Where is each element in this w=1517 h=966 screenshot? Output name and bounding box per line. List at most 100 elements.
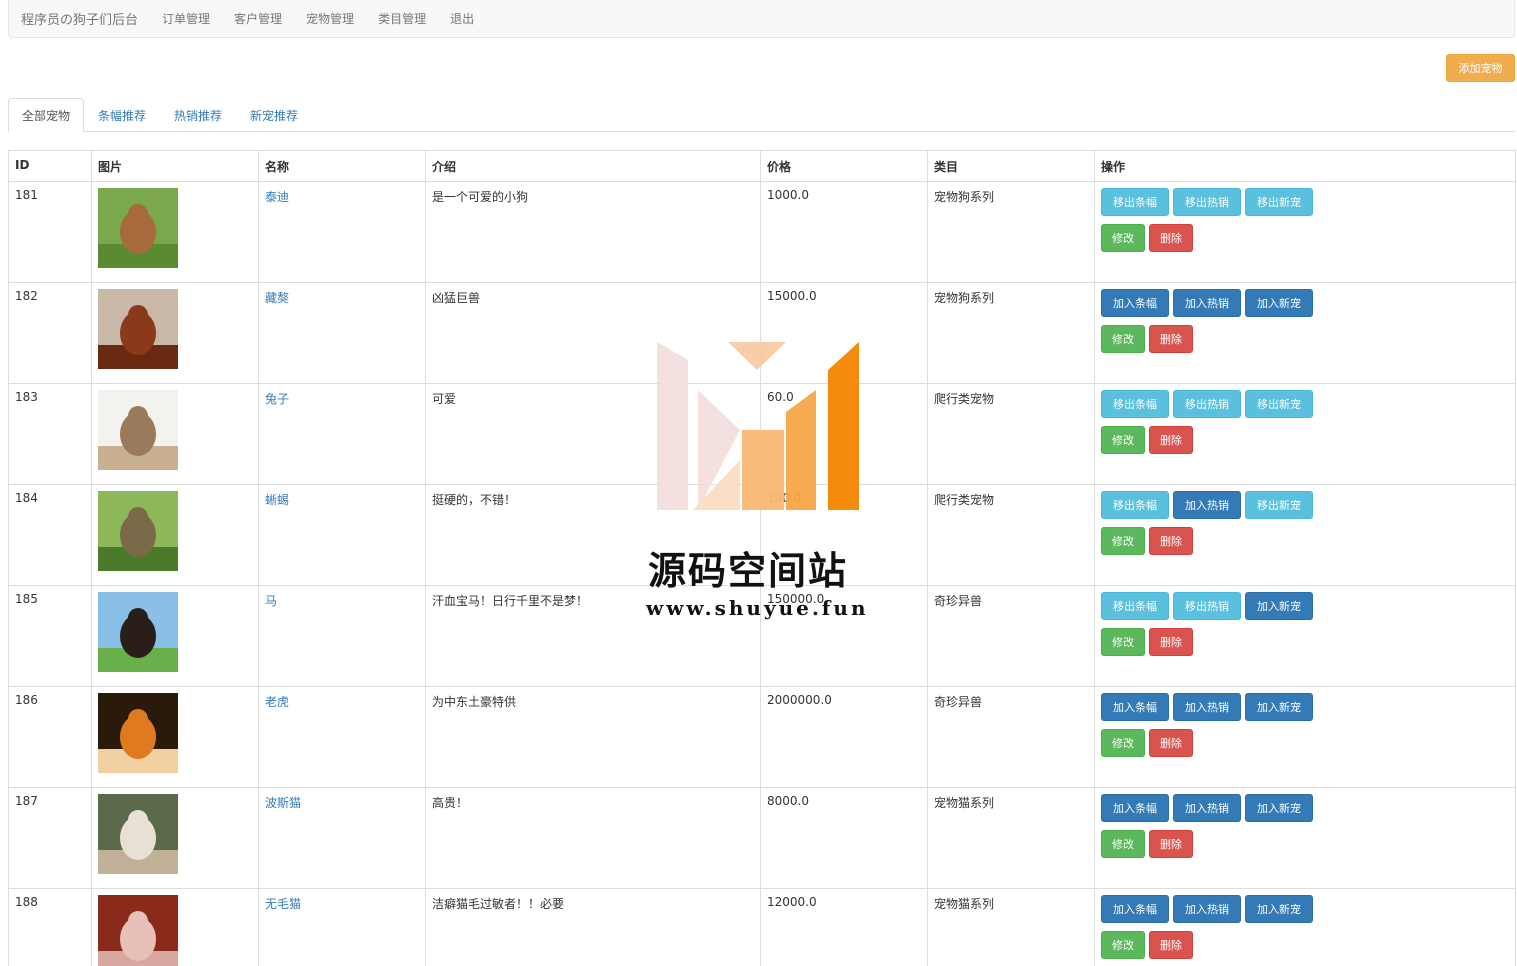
cell-actions: 加入条幅 加入热销 加入新宠 修改 删除 bbox=[1094, 787, 1516, 889]
toggle-new-button[interactable]: 加入新宠 bbox=[1245, 895, 1313, 923]
cell-price: 150000.0 bbox=[760, 585, 928, 687]
table-row: 182 藏獒 凶猛巨兽 15000.0 宠物狗系列 加入条幅 加入热销 加入新宠… bbox=[8, 282, 1516, 384]
table-row: 184 蜥蜴 挺硬的，不错！ 100.0 爬行类宠物 移出条幅 加入热销 移出新… bbox=[8, 484, 1516, 586]
toggle-hot-button[interactable]: 移出热销 bbox=[1173, 188, 1241, 216]
table-row: 185 马 汗血宝马！日行千里不是梦！ 150000.0 奇珍异兽 移出条幅 移… bbox=[8, 585, 1516, 687]
toggle-new-button[interactable]: 加入新宠 bbox=[1245, 794, 1313, 822]
toggle-hot-button[interactable]: 加入热销 bbox=[1173, 491, 1241, 519]
toggle-banner-button[interactable]: 移出条幅 bbox=[1101, 390, 1169, 418]
pet-tabs: 全部宠物 条幅推荐 热销推荐 新宠推荐 bbox=[8, 98, 1515, 133]
nav-logout[interactable]: 退出 bbox=[450, 10, 474, 27]
toggle-banner-button[interactable]: 加入条幅 bbox=[1101, 693, 1169, 721]
toggle-banner-button[interactable]: 加入条幅 bbox=[1101, 794, 1169, 822]
pet-image bbox=[98, 390, 178, 470]
cell-image bbox=[91, 383, 259, 485]
toggle-banner-button[interactable]: 加入条幅 bbox=[1101, 289, 1169, 317]
nav-pets[interactable]: 宠物管理 bbox=[306, 10, 354, 27]
table-row: 188 无毛猫 洁癖猫毛过敏者！！必要 12000.0 宠物猫系列 加入条幅 加… bbox=[8, 888, 1516, 966]
cell-category: 宠物狗系列 bbox=[927, 282, 1095, 384]
nav-customers[interactable]: 客户管理 bbox=[234, 10, 282, 27]
cell-category: 宠物猫系列 bbox=[927, 888, 1095, 966]
toggle-banner-button[interactable]: 加入条幅 bbox=[1101, 895, 1169, 923]
delete-button[interactable]: 删除 bbox=[1149, 830, 1193, 858]
toggle-banner-button[interactable]: 移出条幅 bbox=[1101, 188, 1169, 216]
cell-image bbox=[91, 585, 259, 687]
pet-table: ID 图片 名称 介绍 价格 类目 操作 181 泰迪 是一个可爱的小狗 100… bbox=[8, 150, 1516, 966]
cell-image bbox=[91, 888, 259, 966]
delete-button[interactable]: 删除 bbox=[1149, 931, 1193, 959]
cell-actions: 移出条幅 移出热销 加入新宠 修改 删除 bbox=[1094, 585, 1516, 687]
toggle-banner-button[interactable]: 移出条幅 bbox=[1101, 491, 1169, 519]
edit-button[interactable]: 修改 bbox=[1101, 527, 1145, 555]
delete-button[interactable]: 删除 bbox=[1149, 325, 1193, 353]
toggle-new-button[interactable]: 加入新宠 bbox=[1245, 592, 1313, 620]
cell-price: 12000.0 bbox=[760, 888, 928, 966]
pet-image bbox=[98, 794, 178, 874]
cell-id: 185 bbox=[8, 585, 92, 687]
header-category: 类目 bbox=[927, 150, 1095, 182]
cell-name[interactable]: 泰迪 bbox=[258, 181, 426, 283]
cell-id: 182 bbox=[8, 282, 92, 384]
cell-id: 186 bbox=[8, 686, 92, 788]
delete-button[interactable]: 删除 bbox=[1149, 628, 1193, 656]
tab-banner[interactable]: 条幅推荐 bbox=[84, 98, 160, 132]
toggle-new-button[interactable]: 移出新宠 bbox=[1245, 491, 1313, 519]
cell-category: 爬行类宠物 bbox=[927, 383, 1095, 485]
tab-hot[interactable]: 热销推荐 bbox=[160, 98, 236, 132]
cell-category: 宠物猫系列 bbox=[927, 787, 1095, 889]
cell-name[interactable]: 无毛猫 bbox=[258, 888, 426, 966]
header-image: 图片 bbox=[91, 150, 259, 182]
table-row: 187 波斯猫 高贵！ 8000.0 宠物猫系列 加入条幅 加入热销 加入新宠 … bbox=[8, 787, 1516, 889]
toggle-banner-button[interactable]: 移出条幅 bbox=[1101, 592, 1169, 620]
tab-new[interactable]: 新宠推荐 bbox=[236, 98, 312, 132]
cell-name[interactable]: 藏獒 bbox=[258, 282, 426, 384]
header-actions: 操作 bbox=[1094, 150, 1516, 182]
edit-button[interactable]: 修改 bbox=[1101, 628, 1145, 656]
table-row: 183 兔子 可爱 60.0 爬行类宠物 移出条幅 移出热销 移出新宠 修改 删… bbox=[8, 383, 1516, 485]
add-pet-button[interactable]: 添加宠物 bbox=[1446, 54, 1515, 82]
cell-actions: 加入条幅 加入热销 加入新宠 修改 删除 bbox=[1094, 888, 1516, 966]
table-row: 186 老虎 为中东土豪特供 2000000.0 奇珍异兽 加入条幅 加入热销 … bbox=[8, 686, 1516, 788]
cell-price: 15000.0 bbox=[760, 282, 928, 384]
cell-category: 奇珍异兽 bbox=[927, 585, 1095, 687]
toggle-hot-button[interactable]: 加入热销 bbox=[1173, 693, 1241, 721]
nav-categories[interactable]: 类目管理 bbox=[378, 10, 426, 27]
cell-id: 188 bbox=[8, 888, 92, 966]
toggle-hot-button[interactable]: 加入热销 bbox=[1173, 794, 1241, 822]
nav-orders[interactable]: 订单管理 bbox=[162, 10, 210, 27]
cell-name[interactable]: 波斯猫 bbox=[258, 787, 426, 889]
cell-id: 183 bbox=[8, 383, 92, 485]
table-row: 181 泰迪 是一个可爱的小狗 1000.0 宠物狗系列 移出条幅 移出热销 移… bbox=[8, 181, 1516, 283]
delete-button[interactable]: 删除 bbox=[1149, 729, 1193, 757]
toggle-hot-button[interactable]: 加入热销 bbox=[1173, 289, 1241, 317]
delete-button[interactable]: 删除 bbox=[1149, 224, 1193, 252]
toggle-hot-button[interactable]: 移出热销 bbox=[1173, 592, 1241, 620]
pet-image bbox=[98, 289, 178, 369]
toggle-new-button[interactable]: 移出新宠 bbox=[1245, 188, 1313, 216]
edit-button[interactable]: 修改 bbox=[1101, 830, 1145, 858]
edit-button[interactable]: 修改 bbox=[1101, 325, 1145, 353]
cell-image bbox=[91, 484, 259, 586]
edit-button[interactable]: 修改 bbox=[1101, 931, 1145, 959]
cell-name[interactable]: 马 bbox=[258, 585, 426, 687]
edit-button[interactable]: 修改 bbox=[1101, 224, 1145, 252]
toggle-hot-button[interactable]: 移出热销 bbox=[1173, 390, 1241, 418]
delete-button[interactable]: 删除 bbox=[1149, 527, 1193, 555]
pet-image bbox=[98, 895, 178, 966]
cell-name[interactable]: 蜥蜴 bbox=[258, 484, 426, 586]
cell-name[interactable]: 老虎 bbox=[258, 686, 426, 788]
cell-name[interactable]: 兔子 bbox=[258, 383, 426, 485]
brand-title[interactable]: 程序员の狗子们后台 bbox=[21, 9, 138, 28]
cell-id: 181 bbox=[8, 181, 92, 283]
delete-button[interactable]: 删除 bbox=[1149, 426, 1193, 454]
header-price: 价格 bbox=[760, 150, 928, 182]
toggle-new-button[interactable]: 移出新宠 bbox=[1245, 390, 1313, 418]
toggle-new-button[interactable]: 加入新宠 bbox=[1245, 289, 1313, 317]
toggle-new-button[interactable]: 加入新宠 bbox=[1245, 693, 1313, 721]
cell-intro: 洁癖猫毛过敏者！！必要 bbox=[425, 888, 761, 966]
header-intro: 介绍 bbox=[425, 150, 761, 182]
edit-button[interactable]: 修改 bbox=[1101, 729, 1145, 757]
tab-all-pets[interactable]: 全部宠物 bbox=[8, 98, 85, 133]
toggle-hot-button[interactable]: 加入热销 bbox=[1173, 895, 1241, 923]
edit-button[interactable]: 修改 bbox=[1101, 426, 1145, 454]
